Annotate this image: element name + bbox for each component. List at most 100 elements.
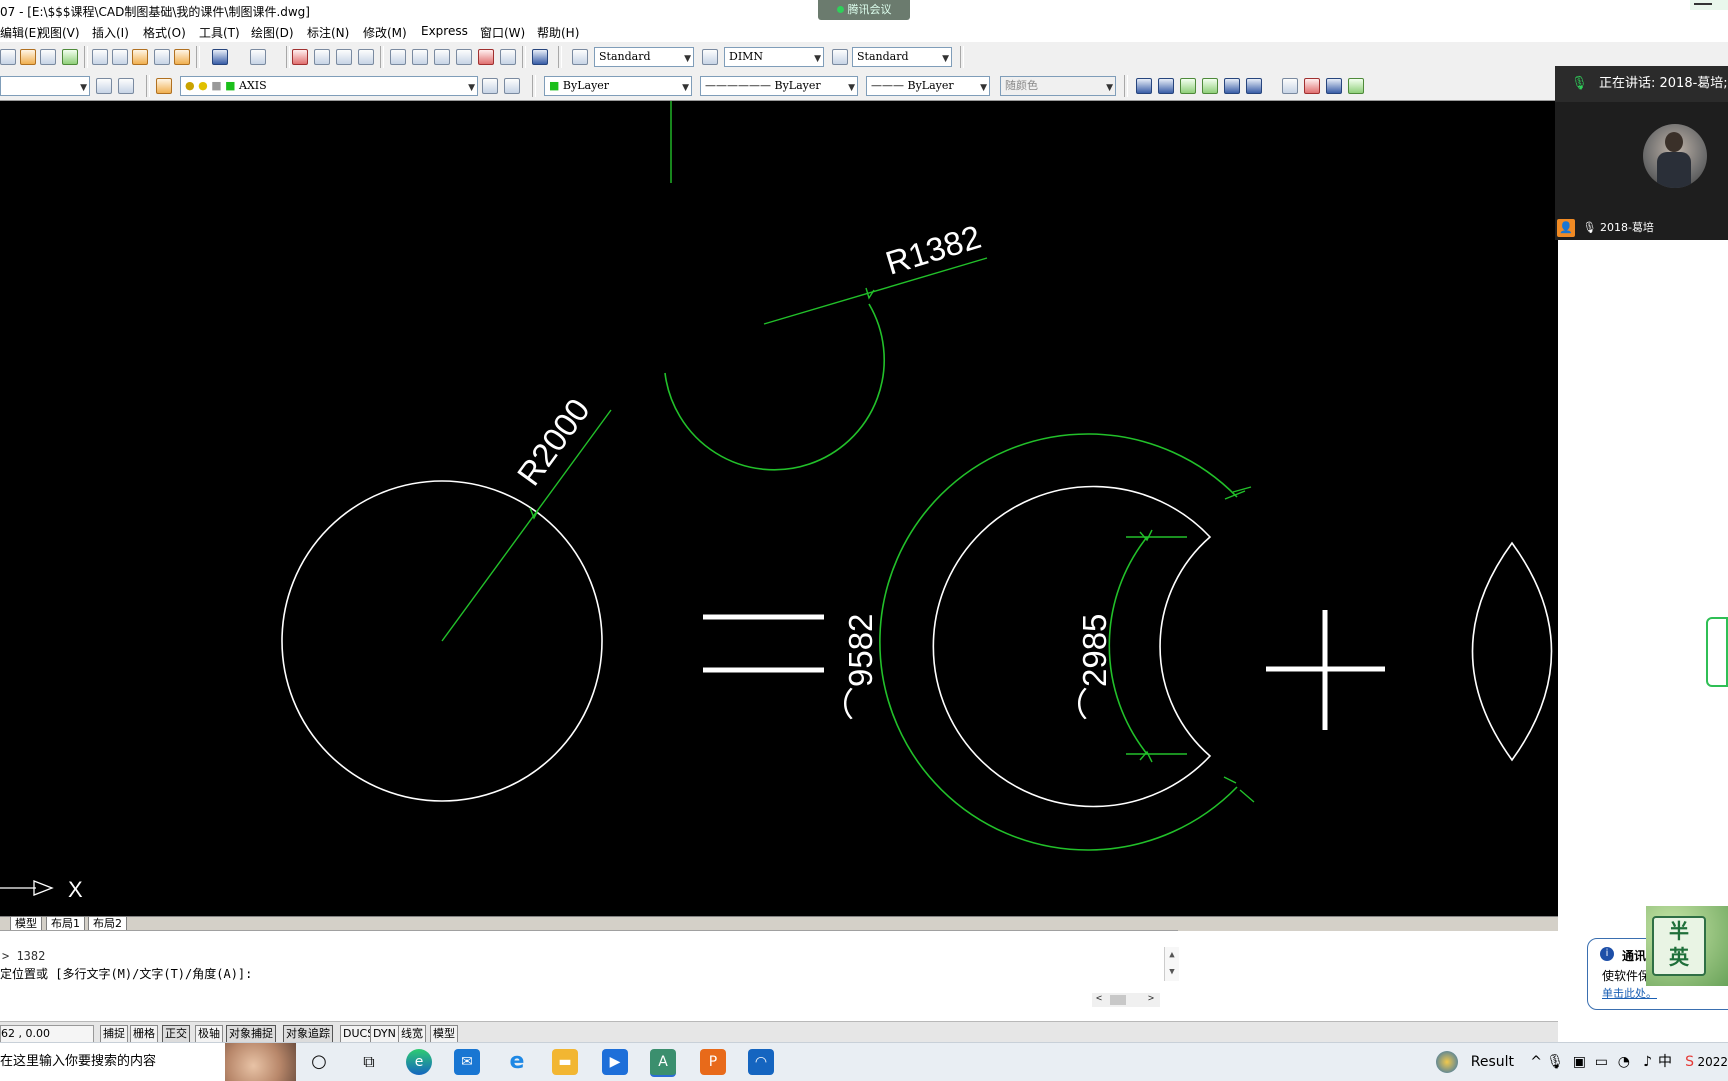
horizontal-scrollbar[interactable]: < > <box>1092 993 1160 1007</box>
linetype-select[interactable]: —————— ByLayer ▼ <box>700 76 858 96</box>
autocad-icon[interactable]: A <box>650 1049 676 1077</box>
otrack-toggle[interactable]: 对象追踪 <box>283 1025 333 1043</box>
match-properties-icon[interactable] <box>154 49 170 65</box>
ime-tray-label[interactable]: 中 <box>1658 1043 1672 1081</box>
model-toggle[interactable]: 模型 <box>430 1025 458 1043</box>
ortho-toggle[interactable]: 正交 <box>162 1025 190 1043</box>
redo-icon[interactable] <box>250 49 266 65</box>
dimension-style-icon[interactable] <box>702 49 718 65</box>
copy-icon[interactable] <box>112 49 128 65</box>
menu-express[interactable]: Express <box>421 24 468 38</box>
text-style-select[interactable]: Standard ▼ <box>594 47 694 67</box>
markup-icon[interactable] <box>478 49 494 65</box>
clock[interactable]: 2022 <box>1697 1043 1728 1081</box>
table-style-select[interactable]: Standard ▼ <box>852 47 952 67</box>
dimension-style-select[interactable]: DIMN ▼ <box>724 47 824 67</box>
volume-icon[interactable]: ♪ <box>1643 1043 1652 1081</box>
zoom-realtime-icon[interactable] <box>314 49 330 65</box>
color-select[interactable]: ■ ByLayer ▼ <box>544 76 692 96</box>
minimize-button[interactable] <box>1690 0 1728 10</box>
layer-tool-icon[interactable] <box>1282 78 1298 94</box>
menu-view[interactable]: 视图(V) <box>38 24 80 41</box>
osnap-toggle[interactable]: 对象捕捉 <box>226 1025 276 1043</box>
undo-icon[interactable] <box>212 49 228 65</box>
task-view-icon[interactable]: ⧉ <box>356 1049 382 1075</box>
properties-icon[interactable] <box>390 49 406 65</box>
zoom-window-icon[interactable] <box>336 49 352 65</box>
lineweight-toggle[interactable]: 线宽 <box>398 1025 426 1043</box>
sheet-set-icon[interactable] <box>456 49 472 65</box>
meeting-tray-icon[interactable]: ▣ <box>1573 1043 1586 1081</box>
print-icon[interactable] <box>40 49 56 65</box>
help-icon[interactable] <box>532 49 548 65</box>
notification-link[interactable]: 单击此处。 <box>1602 985 1657 1001</box>
menu-tools[interactable]: 工具(T) <box>199 24 240 41</box>
panel-expand-handle[interactable] <box>1706 617 1728 687</box>
chevron-up-icon[interactable]: ^ <box>1530 1043 1542 1081</box>
dyn-toggle[interactable]: DYN <box>370 1025 399 1043</box>
drawing-canvas[interactable]: R2000 R1382 ⌒9582 ⌒2985 X <box>0 101 1558 916</box>
weather-label[interactable]: Result <box>1471 1043 1514 1081</box>
antivirus-icon[interactable]: S <box>1685 1043 1694 1081</box>
menu-help[interactable]: 帮助(H) <box>537 24 579 41</box>
meeting-app-icon[interactable]: ▶ <box>602 1049 628 1075</box>
layer-tool-icon[interactable] <box>1224 78 1240 94</box>
block-editor-icon[interactable] <box>174 49 190 65</box>
presentation-icon[interactable]: P <box>700 1049 726 1075</box>
publish-icon[interactable] <box>62 49 78 65</box>
tool-palettes-icon[interactable] <box>434 49 450 65</box>
menu-window[interactable]: 窗口(W) <box>480 24 525 41</box>
ie-icon[interactable]: e <box>504 1049 530 1075</box>
save-icon[interactable] <box>20 49 36 65</box>
arc-r1382[interactable] <box>664 303 885 471</box>
layer-tool-icon[interactable] <box>1158 78 1174 94</box>
meeting-indicator[interactable]: 腾讯会议 <box>818 0 910 20</box>
polar-toggle[interactable]: 极轴 <box>195 1025 223 1043</box>
crescent-shape[interactable] <box>932 485 1212 808</box>
mail-icon[interactable]: ✉ <box>454 1049 480 1075</box>
scroll-right-icon[interactable]: > <box>1148 993 1154 1004</box>
layer-tool-icon[interactable] <box>1348 78 1364 94</box>
pan-icon[interactable] <box>292 49 308 65</box>
edge-icon[interactable]: e <box>406 1049 432 1075</box>
layer-previous-icon[interactable] <box>118 78 134 94</box>
menu-edit[interactable]: 编辑(E) <box>0 24 41 41</box>
menu-dimension[interactable]: 标注(N) <box>307 24 349 41</box>
battery-icon[interactable]: ▭ <box>1595 1043 1608 1081</box>
table-style-icon[interactable] <box>832 49 848 65</box>
workspace-select[interactable]: ▼ <box>0 76 90 96</box>
menu-format[interactable]: 格式(O) <box>143 24 186 41</box>
layer-previous-state-icon[interactable] <box>504 78 520 94</box>
menu-draw[interactable]: 绘图(D) <box>251 24 294 41</box>
layer-tool-icon[interactable] <box>1136 78 1152 94</box>
taskbar-search[interactable]: 在这里输入你要搜索的内容 <box>0 1043 296 1081</box>
tencent-meeting-icon[interactable]: ◠ <box>748 1049 774 1075</box>
open-icon[interactable] <box>0 49 16 65</box>
ime-widget[interactable]: 半 英 <box>1646 906 1728 986</box>
make-object-layer-current-icon[interactable] <box>482 78 498 94</box>
text-style-icon[interactable] <box>572 49 588 65</box>
design-center-icon[interactable] <box>412 49 428 65</box>
layer-tool-icon[interactable] <box>1180 78 1196 94</box>
layer-tool-icon[interactable] <box>1202 78 1218 94</box>
layer-manager-icon[interactable] <box>156 78 172 94</box>
command-line[interactable]: > 1382 定位置或 [多行文字(M)/文字(T)/角度(A)]: ▲ ▼ < … <box>0 930 1179 1007</box>
wifi-icon[interactable]: ◔ <box>1618 1043 1630 1081</box>
menu-modify[interactable]: 修改(M) <box>363 24 407 41</box>
scroll-thumb[interactable] <box>1110 995 1126 1005</box>
layer-tool-icon[interactable] <box>1304 78 1320 94</box>
paste-icon[interactable] <box>132 49 148 65</box>
layer-tool-icon[interactable] <box>1246 78 1262 94</box>
file-explorer-icon[interactable]: ▬ <box>552 1049 578 1075</box>
snap-toggle[interactable]: 捕捉 <box>100 1025 128 1043</box>
workspace-settings-icon[interactable] <box>96 78 112 94</box>
lineweight-select[interactable]: ——— ByLayer ▼ <box>866 76 990 96</box>
mic-tray-icon[interactable]: 🎙 <box>1546 1043 1564 1081</box>
grid-toggle[interactable]: 栅格 <box>130 1025 158 1043</box>
cortana-icon[interactable]: ○ <box>306 1049 332 1075</box>
zoom-previous-icon[interactable] <box>358 49 374 65</box>
calculator-icon[interactable] <box>500 49 516 65</box>
scroll-left-icon[interactable]: < <box>1096 993 1102 1004</box>
cut-icon[interactable] <box>92 49 108 65</box>
weather-icon[interactable] <box>1436 1051 1458 1073</box>
